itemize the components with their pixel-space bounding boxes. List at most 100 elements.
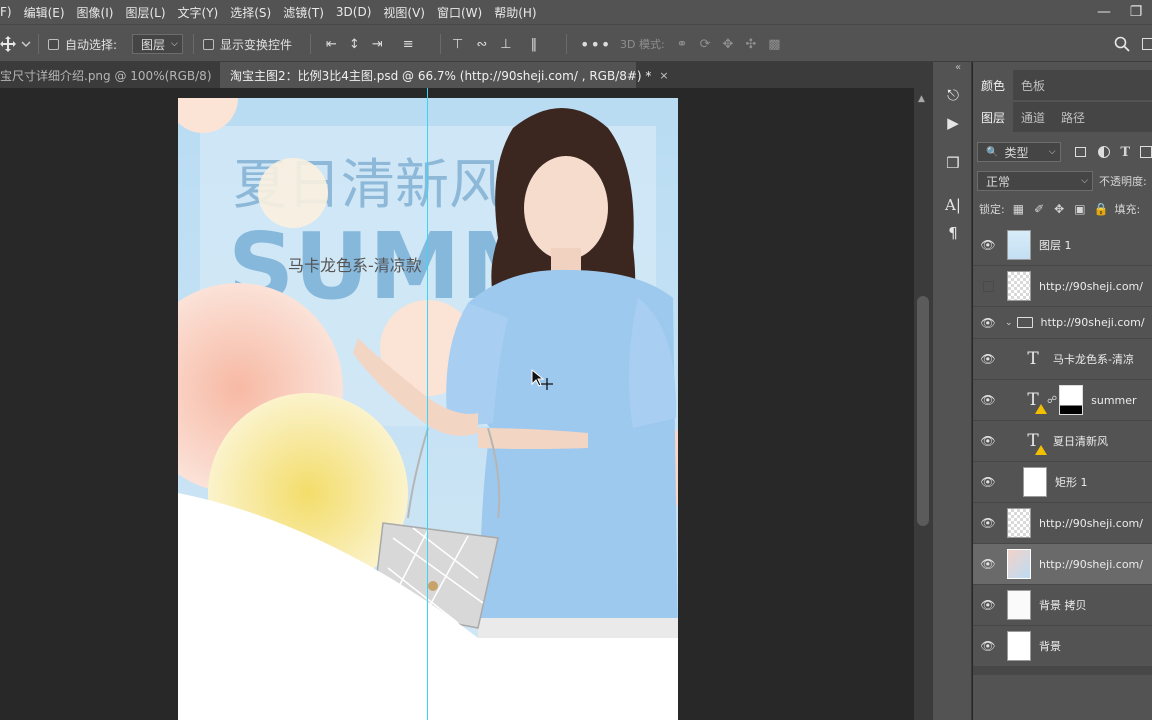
align-hcenter-icon[interactable]: ↕ — [349, 37, 360, 52]
layer-group-row[interactable]: 👁 ⌄ http://90sheji.com/ — [973, 307, 1152, 339]
vertical-guide[interactable] — [427, 88, 428, 720]
layer-row[interactable]: http://90sheji.com/ — [973, 266, 1152, 307]
shape-filter-icon[interactable] — [1140, 146, 1152, 158]
search-button[interactable] — [1114, 25, 1130, 63]
3d-roll-icon[interactable]: ⟳ — [700, 37, 711, 52]
auto-select-dropdown[interactable]: 图层 ⌵ — [132, 25, 183, 63]
layer-row[interactable]: 👁 矩形 1 — [973, 462, 1152, 503]
menu-layer[interactable]: 图层(L) — [119, 4, 171, 21]
adjustment-filter-icon[interactable] — [1098, 146, 1111, 158]
menu-help[interactable]: 帮助(H) — [488, 4, 542, 21]
visibility-eye-icon[interactable]: 👁 — [973, 352, 1003, 366]
tab-paths[interactable]: 路径 — [1053, 102, 1093, 132]
layer-mask-thumbnail[interactable] — [1059, 385, 1084, 415]
layer-row[interactable]: 👁 T ☍ summer — [973, 380, 1152, 421]
3d-orbit-icon[interactable]: ⚭ — [677, 37, 688, 52]
visibility-eye-icon[interactable]: 👁 — [973, 475, 1003, 489]
3d-cube-icon[interactable]: ❒ — [943, 152, 963, 174]
actions-play-icon[interactable]: ▶ — [943, 112, 963, 134]
align-left-icon[interactable]: ⇤ — [326, 37, 337, 52]
align-right-icon[interactable]: ⇥ — [372, 37, 383, 52]
menu-type[interactable]: 文字(Y) — [172, 4, 225, 21]
close-icon[interactable]: × — [659, 69, 668, 82]
document-canvas[interactable]: 夏日清新风 SUMM 马卡龙色系-清凉款 — [178, 98, 678, 720]
layer-row[interactable]: 👁 T 马卡龙色系-清凉 — [973, 339, 1152, 380]
type-filter-icon[interactable]: T — [1120, 145, 1130, 160]
panels-dock: 颜色 色板 图层 通道 路径 🔍 类型 ⌵ T 正常 ⌵ 不透明度: 锁定: ▦… — [973, 62, 1152, 720]
history-icon[interactable]: ⎋ — [943, 84, 963, 106]
layer-thumbnail — [1007, 508, 1031, 538]
menu-3d[interactable]: 3D(D) — [330, 5, 377, 19]
lock-brush-icon[interactable]: ✐ — [1034, 202, 1044, 216]
layer-name: 马卡龙色系-清凉 — [1053, 353, 1134, 366]
text-layer-icon: T — [1027, 349, 1039, 369]
collapse-panels-icon[interactable]: « — [955, 62, 961, 73]
tab-main-image[interactable]: 淘宝主图2：比例3比4主图.psd @ 66.7% (http://90shej… — [220, 62, 669, 88]
visibility-eye-icon[interactable]: 👁 — [973, 516, 1003, 530]
auto-select-value: 图层 — [141, 37, 166, 52]
blend-mode-dropdown[interactable]: 正常 ⌵ — [977, 171, 1093, 191]
layer-name: 图层 1 — [1039, 239, 1072, 252]
layer-name: http://90sheji.com/ — [1040, 316, 1145, 329]
paragraph-icon[interactable]: ¶ — [943, 222, 963, 244]
visibility-toggle-empty[interactable] — [973, 281, 1003, 292]
link-icon[interactable]: ☍ — [1047, 395, 1057, 406]
menu-view[interactable]: 视图(V) — [377, 4, 431, 21]
layer-row-selected[interactable]: 👁 http://90sheji.com/ — [973, 544, 1152, 585]
tab-channels[interactable]: 通道 — [1013, 102, 1053, 132]
3d-pan-icon[interactable]: ✥ — [722, 37, 733, 52]
tab-swatches[interactable]: 色板 — [1013, 70, 1053, 100]
layer-name: 背景 拷贝 — [1039, 599, 1087, 612]
scroll-up-icon[interactable]: ▲ — [918, 94, 925, 104]
align-top-icon[interactable]: ⊤ — [452, 37, 463, 52]
character-icon[interactable]: A| — [943, 194, 963, 216]
visibility-eye-icon[interactable]: 👁 — [973, 639, 1003, 653]
visibility-eye-icon[interactable]: 👁 — [973, 598, 1003, 612]
lock-transparent-icon[interactable]: ▦ — [1013, 202, 1024, 216]
menu-edit[interactable]: 编辑(E) — [18, 4, 71, 21]
layer-row[interactable]: 👁 背景 拷贝 — [973, 585, 1152, 626]
3d-slide-icon[interactable]: ✣ — [745, 37, 756, 52]
visibility-eye-icon[interactable]: 👁 — [973, 434, 1003, 448]
distribute-vertical-icon[interactable]: ‖ — [531, 37, 538, 52]
menu-filter[interactable]: 滤镜(T) — [277, 4, 330, 21]
lock-row: 锁定: ▦ ✐ ✥ ▣ 🔒 填充: — [973, 195, 1152, 223]
menu-file-cut[interactable]: F) — [0, 5, 18, 19]
menu-select[interactable]: 选择(S) — [224, 4, 277, 21]
layer-row[interactable]: 👁 T 夏日清新风 — [973, 421, 1152, 462]
lock-artboard-icon[interactable]: ▣ — [1074, 202, 1085, 216]
visibility-eye-icon[interactable]: 👁 — [973, 393, 1003, 407]
vertical-scrollbar[interactable]: ▲ — [914, 88, 932, 720]
layer-row[interactable]: 👁 背景 — [973, 626, 1152, 667]
chevron-down-icon[interactable]: ⌄ — [1005, 318, 1013, 328]
lock-label: 锁定: — [979, 203, 1005, 216]
layer-filter-dropdown[interactable]: 🔍 类型 ⌵ — [977, 142, 1061, 162]
visibility-eye-icon[interactable]: 👁 — [973, 557, 1003, 571]
move-tool-preset[interactable] — [0, 25, 34, 63]
distribute-icon[interactable]: ≡ — [403, 37, 414, 52]
3d-camera-icon[interactable]: ▩ — [768, 37, 780, 52]
align-vcenter-icon[interactable]: ∾ — [476, 37, 487, 52]
restore-icon[interactable]: ❐ — [1120, 0, 1152, 24]
auto-select-checkbox[interactable]: 自动选择: — [48, 25, 117, 63]
workspace-button[interactable] — [1142, 25, 1152, 63]
visibility-eye-icon[interactable]: 👁 — [973, 316, 1003, 330]
minimize-icon[interactable]: — — [1088, 0, 1120, 24]
align-bottom-icon[interactable]: ⊥ — [500, 37, 511, 52]
tab-color[interactable]: 颜色 — [973, 70, 1014, 100]
scrollbar-thumb[interactable] — [917, 296, 929, 526]
show-transform-checkbox[interactable]: 显示变换控件 — [203, 25, 292, 63]
lock-move-icon[interactable]: ✥ — [1054, 202, 1064, 216]
layer-row[interactable]: 👁 图层 1 — [973, 225, 1152, 266]
tab-size-intro[interactable]: 宝尺寸详细介绍.png @ 100%(RGB/8) × — [0, 62, 229, 88]
layer-row[interactable]: 👁 http://90sheji.com/ — [973, 503, 1152, 544]
tab-layers[interactable]: 图层 — [973, 102, 1014, 132]
visibility-eye-icon[interactable]: 👁 — [973, 238, 1003, 252]
image-filter-icon[interactable] — [1074, 147, 1087, 157]
menu-window[interactable]: 窗口(W) — [431, 4, 488, 21]
canvas-area[interactable]: 夏日清新风 SUMM 马卡龙色系-清凉款 — [0, 88, 914, 720]
lock-all-icon[interactable]: 🔒 — [1094, 202, 1109, 216]
menu-image[interactable]: 图像(I) — [71, 4, 120, 21]
move-cursor-icon — [531, 368, 553, 390]
more-options-button[interactable]: ••• — [580, 25, 611, 63]
